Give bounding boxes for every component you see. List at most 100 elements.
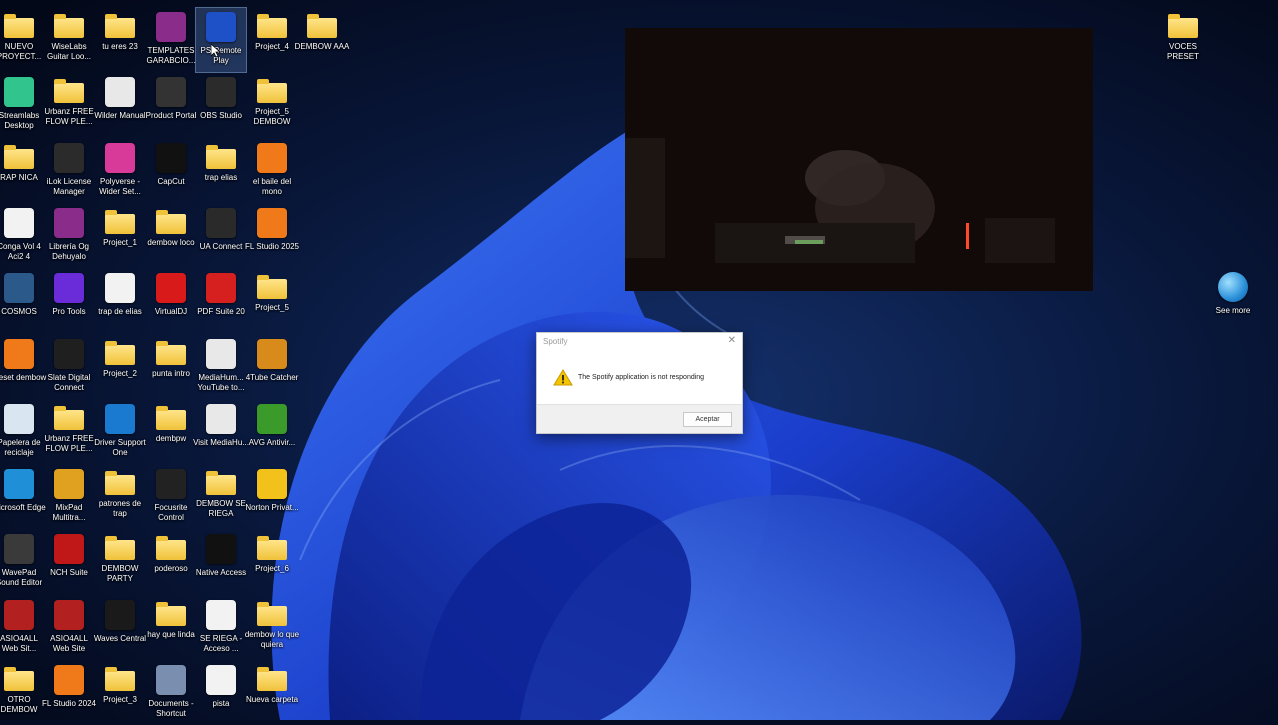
desktop-icon[interactable]: NUEVO PROYECT...	[0, 8, 44, 72]
dialog-title: Spotify	[543, 337, 568, 346]
virtualdj-icon	[156, 273, 186, 303]
nch-icon	[54, 534, 84, 564]
desktop-icon[interactable]: ASIO4ALL Web Site	[44, 596, 94, 660]
streamlabs-icon	[4, 77, 34, 107]
desktop-icon[interactable]: Project_3	[95, 661, 145, 725]
desktop-icon[interactable]: dembpw	[146, 400, 196, 464]
desktop-icon[interactable]: hay que linda	[146, 596, 196, 660]
desktop-icon-label: SE RIEGA - Acceso ...	[199, 634, 243, 653]
focusrite-icon	[156, 469, 186, 499]
folder-icon	[257, 275, 287, 299]
desktop-icon-label: VOCES PRESET	[1166, 42, 1199, 61]
webcam-feed	[625, 28, 1093, 291]
mixpad-icon	[54, 469, 84, 499]
desktop-icon[interactable]: Focusrite Control	[146, 465, 196, 529]
desktop-icon[interactable]: Pro Tools	[44, 269, 94, 333]
desktop-icon-label: Librería Og Dehuyalo	[48, 242, 90, 261]
desktop-icon[interactable]: Project_5 DEMBOW	[247, 73, 297, 137]
desktop-icon[interactable]: Project_6	[247, 530, 297, 594]
desktop-icon-label: WavePad Sound Editor	[0, 568, 43, 587]
desktop-icon[interactable]: poderoso	[146, 530, 196, 594]
edge-icon	[4, 469, 34, 499]
fl-studio-icon	[4, 339, 34, 369]
desktop-icon[interactable]: DEMBOW PARTY	[95, 530, 145, 594]
desktop-icon[interactable]: DEMBOW SE RIEGA	[196, 465, 246, 529]
desktop-icon[interactable]: trap de elias	[95, 269, 145, 333]
desktop-icon[interactable]: Wilder Manual	[94, 73, 146, 137]
desktop-icon[interactable]: MixPad Multitra...	[44, 465, 94, 529]
desktop-icon[interactable]: RAP NICA	[0, 139, 44, 203]
desktop-icon[interactable]: Urbanz FREE FLOW PLE...	[44, 73, 94, 137]
desktop-icon[interactable]: PDF Suite 20	[196, 269, 246, 333]
desktop-icon[interactable]: Conga Vol 4 Aci2 4	[0, 204, 44, 268]
desktop-icon[interactable]: Urbanz FREE FLOW PLE...	[44, 400, 94, 464]
desktop-icon-label: ASIO4ALL Web Sit...	[0, 634, 38, 653]
desktop-icon[interactable]: Product Portal	[146, 73, 196, 137]
desktop-icon[interactable]: UA Connect	[196, 204, 246, 268]
media-file-icon	[105, 273, 135, 303]
norton-icon	[257, 469, 287, 499]
desktop-icon[interactable]: Microsoft Edge	[0, 465, 46, 529]
desktop-icon[interactable]: Norton Privat...	[245, 465, 299, 529]
desktop-icon[interactable]: Slate Digital Connect	[44, 335, 94, 399]
dialog-body: The Spotify application is not respondin…	[537, 351, 742, 406]
desktop-icon[interactable]: FL Studio 2025	[245, 204, 299, 268]
desktop-icon[interactable]: Streamlabs Desktop	[0, 73, 44, 137]
desktop-icon[interactable]: SE RIEGA - Acceso ...	[196, 596, 246, 660]
desktop-icon[interactable]: PS Remote Play	[195, 7, 247, 73]
desktop-icon[interactable]: Librería Og Dehuyalo	[44, 204, 94, 268]
desktop-icon-see-more[interactable]: See more	[1208, 268, 1258, 332]
desktop-icon[interactable]: Native Access	[196, 530, 246, 594]
desktop-icon[interactable]: Papelera de reciclaje	[0, 400, 44, 464]
mediahuman-icon	[206, 339, 236, 369]
desktop-icon[interactable]: WavePad Sound Editor	[0, 530, 44, 594]
desktop-icon[interactable]: tu eres 23	[95, 8, 145, 72]
desktop-icon[interactable]: punta intro	[146, 335, 196, 399]
desktop-icon[interactable]: OBS Studio	[196, 73, 246, 137]
close-icon[interactable]: ✕	[728, 335, 736, 346]
desktop-icon[interactable]: Waves Central	[94, 596, 146, 660]
desktop-icon[interactable]: Project_2	[95, 335, 145, 399]
slate-icon	[54, 339, 84, 369]
desktop-icon[interactable]: Visit MediaHu...	[193, 400, 249, 464]
desktop-icon[interactable]: iLok License Manager	[44, 139, 94, 203]
desktop-icon[interactable]: Project_5	[247, 269, 297, 333]
desktop-icon[interactable]: Polyverse - Wider Set...	[95, 139, 145, 203]
folder-icon	[156, 406, 186, 430]
desktop-icon[interactable]: Documents - Shortcut	[146, 661, 196, 725]
desktop-icon-label: preset dembow	[0, 373, 47, 382]
desktop-icon-label: Product Portal	[145, 111, 197, 120]
desktop-icon[interactable]: OTRO DEMBOW	[0, 661, 44, 725]
desktop-icon[interactable]: el baile del mono	[247, 139, 297, 203]
desktop-icon-label: Project_4	[255, 42, 289, 51]
desktop-icon[interactable]: Project_4	[247, 8, 297, 72]
aceptar-button[interactable]: Aceptar	[683, 412, 732, 427]
desktop-icon[interactable]: 4Tube Catcher	[246, 335, 298, 399]
desktop-icon[interactable]: ASIO4ALL Web Sit...	[0, 596, 44, 660]
desktop-icon-label: Project_5	[255, 303, 289, 312]
desktop-icon[interactable]: preset dembow	[0, 335, 47, 399]
desktop-icon[interactable]: trap elias	[196, 139, 246, 203]
desktop-icon[interactable]: CapCut	[146, 139, 196, 203]
desktop-icon[interactable]: DEMBOW AAA	[295, 8, 349, 72]
desktop-icon[interactable]: dembow loco	[146, 204, 196, 268]
desktop-icon[interactable]: Driver Support One	[94, 400, 146, 464]
wavepad-icon	[4, 534, 34, 564]
desktop-icon[interactable]: MediaHum... YouTube to...	[196, 335, 246, 399]
desktop-icon[interactable]: VirtualDJ	[146, 269, 196, 333]
desktop-icon[interactable]: FL Studio 2024	[42, 661, 96, 725]
desktop-icon[interactable]: pista	[196, 661, 246, 725]
fl-studio-icon	[257, 208, 287, 238]
desktop-icon[interactable]: COSMOS	[0, 269, 44, 333]
desktop-icon[interactable]: Project_1	[95, 204, 145, 268]
desktop-icon[interactable]: AVG Antivir...	[247, 400, 297, 464]
desktop-icon[interactable]: patrones de trap	[95, 465, 145, 529]
desktop-icon[interactable]: NCH Suite	[44, 530, 94, 594]
desktop-icon[interactable]: dembow lo que quiera	[245, 596, 299, 660]
desktop-icon-label: OBS Studio	[200, 111, 242, 120]
desktop-icon-voces-preset[interactable]: VOCES PRESET	[1158, 8, 1208, 72]
desktop-icon[interactable]: Nueva carpeta	[246, 661, 298, 725]
desktop-icon[interactable]: TEMPLATES GARABCIO...	[146, 8, 196, 72]
desktop-icon[interactable]: WiseLabs Guitar Loo...	[44, 8, 94, 72]
dialog-footer: Aceptar	[537, 404, 742, 433]
